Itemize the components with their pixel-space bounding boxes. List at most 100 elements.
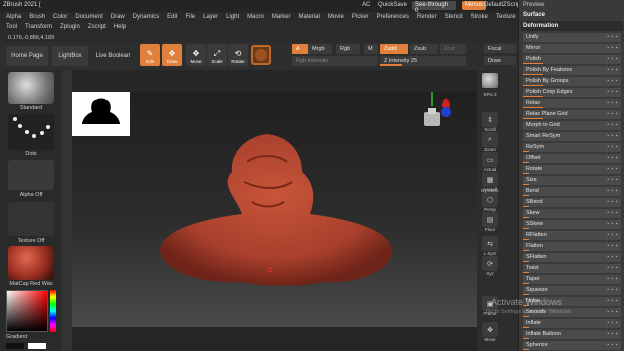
a-toggle[interactable]: A xyxy=(292,44,308,54)
shelf-zoom-button[interactable]: ⌕ xyxy=(482,132,498,147)
menu-texture[interactable]: Texture xyxy=(496,14,516,20)
shelf-xyz-button[interactable]: ⟳ xyxy=(482,256,498,271)
menu-light[interactable]: Light xyxy=(226,14,239,20)
deform-twist[interactable]: Twist ▪ ▪ ▪ xyxy=(523,264,621,273)
deform-inflate-balloon[interactable]: Inflate Balloon ▪ ▪ ▪ xyxy=(523,330,621,339)
deform-rotate[interactable]: Rotate ▪ ▪ ▪ xyxy=(523,165,621,174)
mrgb-toggle[interactable]: Mrgb xyxy=(308,44,332,54)
deform-morph-to-grid[interactable]: Morph to Grid ▪ ▪ ▪ xyxy=(523,121,621,130)
deformation-header[interactable]: Deformation xyxy=(523,23,558,29)
axis-toggles-icon[interactable]: ▪ ▪ ▪ xyxy=(607,121,618,130)
menu-brush[interactable]: Brush xyxy=(29,14,45,20)
deform-unify[interactable]: Unify ▪ ▪ ▪ xyxy=(523,33,621,42)
axis-toggles-icon[interactable]: ▪ ▪ ▪ xyxy=(607,220,618,229)
axis-toggles-icon[interactable]: ▪ ▪ ▪ xyxy=(607,286,618,295)
axis-toggles-icon[interactable]: ▪ ▪ ▪ xyxy=(607,308,618,317)
shelf-lsym-button[interactable]: ⇆ xyxy=(482,236,498,251)
rgb-intensity-slider[interactable]: Rgb Intensity xyxy=(292,56,378,66)
material-preview[interactable] xyxy=(8,246,54,280)
axis-toggles-icon[interactable]: ▪ ▪ ▪ xyxy=(607,165,618,174)
deform-relax[interactable]: Relax ▪ ▪ ▪ xyxy=(523,99,621,108)
deform-skew[interactable]: Skew ▪ ▪ ▪ xyxy=(523,209,621,218)
live-boolean-button[interactable]: Live Boolean xyxy=(92,46,134,66)
deform-polish-by-groups[interactable]: Polish By Groups ▪ ▪ ▪ xyxy=(523,77,621,86)
deform-taper[interactable]: Taper ▪ ▪ ▪ xyxy=(523,275,621,284)
menu-document[interactable]: Document xyxy=(75,14,102,20)
axis-toggles-icon[interactable]: ▪ ▪ ▪ xyxy=(607,44,618,53)
menu-transform[interactable]: Transform xyxy=(25,24,52,30)
draw-mode-button[interactable]: ✥ Draw xyxy=(162,44,182,66)
menu-macro[interactable]: Macro xyxy=(247,14,264,20)
deform-relax-plane-grid[interactable]: Relax Plane Grid ▪ ▪ ▪ xyxy=(523,110,621,119)
shelf-persp-button[interactable]: ⬡ xyxy=(482,192,498,207)
axis-toggles-icon[interactable]: ▪ ▪ ▪ xyxy=(607,264,618,273)
menu-color[interactable]: Color xyxy=(53,14,67,20)
axis-toggles-icon[interactable]: ▪ ▪ ▪ xyxy=(607,132,618,141)
axis-toggles-icon[interactable]: ▪ ▪ ▪ xyxy=(607,66,618,75)
menu-zscript[interactable]: Zscript xyxy=(88,24,106,30)
menus-button[interactable]: Menus xyxy=(462,1,487,10)
shelf-scroll-button[interactable]: ⇕ xyxy=(482,112,498,127)
menu-movie[interactable]: Movie xyxy=(328,14,344,20)
axis-toggles-icon[interactable]: ▪ ▪ ▪ xyxy=(607,110,618,119)
deform-squeeze[interactable]: Squeeze ▪ ▪ ▪ xyxy=(523,286,621,295)
axis-toggles-icon[interactable]: ▪ ▪ ▪ xyxy=(607,176,618,185)
menu-tool[interactable]: Tool xyxy=(6,24,17,30)
menu-draw[interactable]: Draw xyxy=(111,14,125,20)
bpr-button[interactable] xyxy=(482,73,498,88)
menu-picker[interactable]: Picker xyxy=(352,14,369,20)
shelf-move-button[interactable]: ✥ xyxy=(482,322,498,337)
menu-file[interactable]: File xyxy=(185,14,195,20)
shelf-floor-button[interactable]: ▤ xyxy=(482,212,498,227)
hue-slider[interactable] xyxy=(50,290,56,332)
shelf-actual-button[interactable]: ▭ xyxy=(482,152,498,167)
deform-size[interactable]: Size ▪ ▪ ▪ xyxy=(523,176,621,185)
axis-toggles-icon[interactable]: ▪ ▪ ▪ xyxy=(607,154,618,163)
deform-sbend[interactable]: SBend ▪ ▪ ▪ xyxy=(523,198,621,207)
deform-sflatten[interactable]: SFlatten ▪ ▪ ▪ xyxy=(523,253,621,262)
rotate-mode-button[interactable]: ⟲ Rotate xyxy=(228,44,248,66)
zadd-toggle[interactable]: Zadd xyxy=(380,44,408,54)
axis-toggles-icon[interactable]: ▪ ▪ ▪ xyxy=(607,143,618,152)
deform-rflatten[interactable]: RFlatten ▪ ▪ ▪ xyxy=(523,231,621,240)
menu-alpha[interactable]: Alpha xyxy=(6,14,21,20)
brush-preview[interactable] xyxy=(8,72,54,104)
move-mode-button[interactable]: ✥ Move xyxy=(186,44,206,66)
deform-bend[interactable]: Bend ▪ ▪ ▪ xyxy=(523,187,621,196)
axis-toggles-icon[interactable]: ▪ ▪ ▪ xyxy=(607,88,618,97)
secondary-color-swatch[interactable] xyxy=(6,343,24,349)
surface-header[interactable]: Surface xyxy=(523,12,545,18)
menu-dynamics[interactable]: Dynamics xyxy=(133,14,159,20)
axis-toggles-icon[interactable]: ▪ ▪ ▪ xyxy=(607,187,618,196)
zcut-toggle[interactable]: Zcut xyxy=(440,44,466,54)
menu-stroke[interactable]: Stroke xyxy=(471,14,488,20)
menu-edit[interactable]: Edit xyxy=(167,14,177,20)
menu-layer[interactable]: Layer xyxy=(203,14,218,20)
spix-label[interactable]: SPix 3 xyxy=(478,92,502,97)
rgb-toggle[interactable]: Rgb xyxy=(336,44,360,54)
m-toggle[interactable]: M xyxy=(364,44,378,54)
menu-marker[interactable]: Marker xyxy=(272,14,291,20)
axis-toggles-icon[interactable]: ▪ ▪ ▪ xyxy=(607,297,618,306)
deform-polish-crisp-edges[interactable]: Polish Crisp Edges ▪ ▪ ▪ xyxy=(523,88,621,97)
axis-toggles-icon[interactable]: ▪ ▪ ▪ xyxy=(607,330,618,339)
preview-header[interactable]: Preview xyxy=(523,2,544,8)
deform-polish-by-features[interactable]: Polish By Features ▪ ▪ ▪ xyxy=(523,66,621,75)
deform-resym[interactable]: ReSym ▪ ▪ ▪ xyxy=(523,143,621,152)
home-page-button[interactable]: Home Page xyxy=(6,46,48,66)
deform-sskew[interactable]: SSkew ▪ ▪ ▪ xyxy=(523,220,621,229)
quicksave-button[interactable]: QuickSave xyxy=(378,2,407,8)
viewport-canvas[interactable] xyxy=(72,92,477,327)
axis-toggles-icon[interactable]: ▪ ▪ ▪ xyxy=(607,231,618,240)
axis-toggles-icon[interactable]: ▪ ▪ ▪ xyxy=(607,198,618,207)
menu-zplugin[interactable]: Zplugin xyxy=(60,24,80,30)
z-intensity-slider[interactable]: Z Intensity 25 xyxy=(380,56,466,66)
alpha-preview[interactable] xyxy=(8,160,54,190)
default-zscript-button[interactable]: DefaultZScript xyxy=(484,2,522,8)
shelf-aahalf-button[interactable]: ▦ xyxy=(482,172,498,187)
see-through-slider[interactable]: See-through 0 xyxy=(412,1,456,14)
menu-preferences[interactable]: Preferences xyxy=(377,14,409,20)
zsub-toggle[interactable]: Zsub xyxy=(410,44,438,54)
axis-toggles-icon[interactable]: ▪ ▪ ▪ xyxy=(607,242,618,251)
menu-material[interactable]: Material xyxy=(299,14,320,20)
